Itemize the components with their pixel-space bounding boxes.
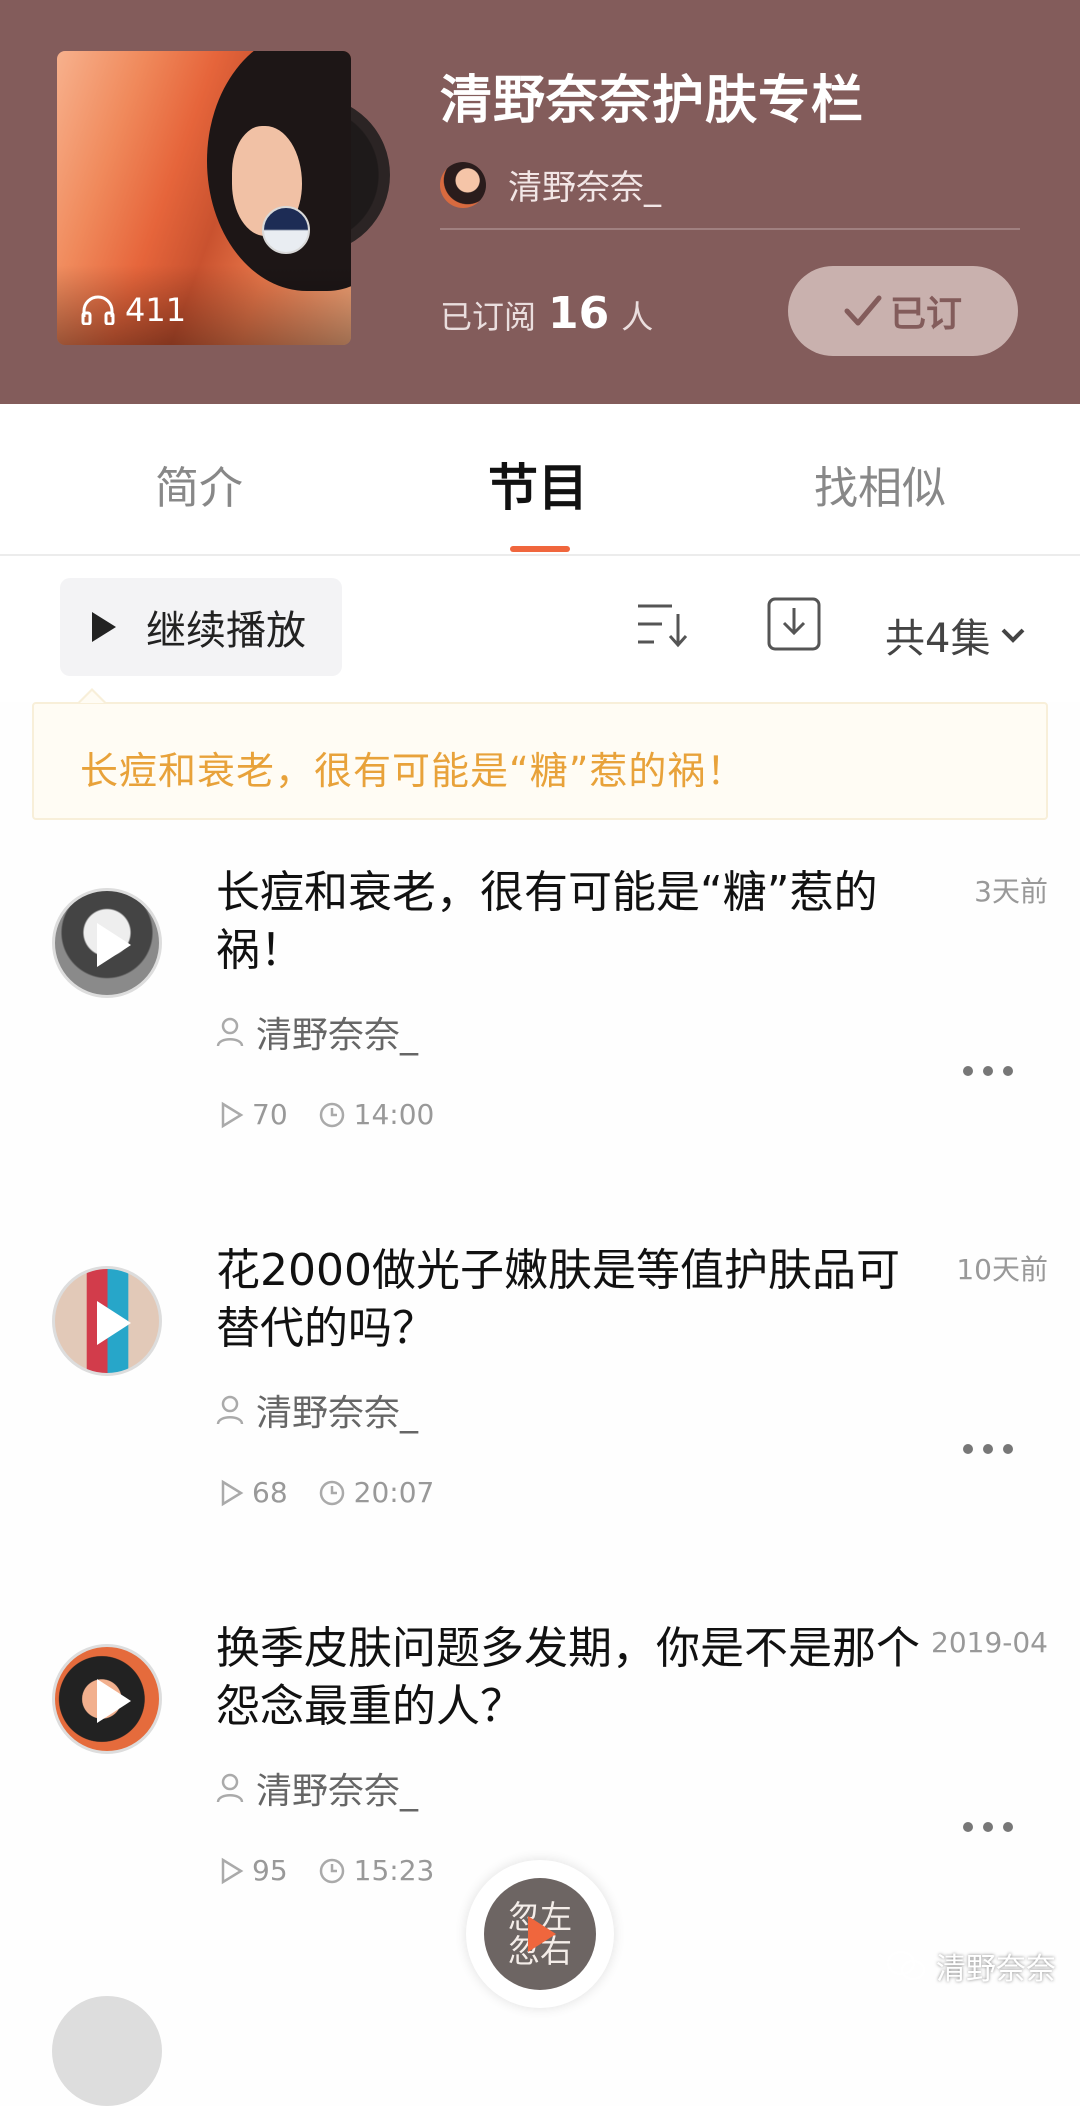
episode-author: 清野奈奈_ [216, 1762, 418, 1814]
list-item[interactable]: 长痘和衰老，很有可能是“糖”惹的祸！ 3天前 清野奈奈_ 70 14:00 [0, 836, 1080, 1214]
episode-author-name: 清野奈奈_ [256, 1771, 419, 1812]
episode-plays: 95 [252, 1854, 288, 1887]
episode-count-dropdown[interactable]: 共4集 [885, 606, 1026, 664]
play-icon [97, 1301, 131, 1345]
more-icon[interactable] [962, 1820, 1014, 1834]
episode-plays: 68 [252, 1476, 288, 1509]
play-count: 411 [81, 291, 186, 329]
episode-plays: 70 [252, 1098, 288, 1131]
episode-author: 清野奈奈_ [216, 1006, 418, 1058]
subscribed-suffix: 人 [621, 298, 654, 336]
floating-player-button[interactable]: 忽左 忽右 [466, 1860, 614, 2008]
play-icon [528, 1916, 556, 1952]
subscribed-count: 16 [548, 288, 610, 339]
tab-episodes[interactable]: 节目 [488, 448, 588, 520]
episode-toolbar: 继续播放 共4集 [0, 556, 1080, 702]
chevron-down-icon [1002, 628, 1025, 643]
episode-thumbnail[interactable] [52, 1266, 162, 1376]
album-header: 411 清野奈奈护肤专栏 清野奈奈_ 已订阅 16 人 已订 [0, 0, 1080, 404]
episode-thumbnail[interactable] [52, 888, 162, 998]
episode-stats: 95 15:23 [220, 1854, 464, 1887]
wechat-icon [886, 1950, 926, 1981]
user-icon [216, 1773, 244, 1803]
episode-title[interactable]: 花2000做光子嫩肤是等值护肤品可替代的吗？ [216, 1242, 936, 1358]
episode-date: 2019-04 [931, 1626, 1048, 1659]
check-icon [844, 295, 882, 326]
download-icon[interactable] [766, 596, 822, 652]
divider [440, 228, 1020, 230]
episode-stats: 68 20:07 [220, 1476, 464, 1509]
user-icon [216, 1395, 244, 1425]
episode-date: 3天前 [974, 875, 1048, 908]
play-count-value: 411 [125, 291, 187, 329]
watermark: 清野奈奈 [886, 1944, 1056, 1988]
episode-author: 清野奈奈_ [216, 1384, 418, 1436]
author-row[interactable]: 清野奈奈_ [440, 160, 661, 209]
episode-duration: 20:07 [353, 1476, 435, 1509]
author-name[interactable]: 清野奈奈_ [508, 160, 661, 209]
tip-text: 长痘和衰老，很有可能是“糖”惹的祸！ [80, 749, 746, 793]
episode-count-label: 共4集 [885, 616, 991, 662]
list-item[interactable]: 花2000做光子嫩肤是等值护肤品可替代的吗？ 10天前 清野奈奈_ 68 20:… [0, 1214, 1080, 1592]
episode-thumbnail[interactable] [52, 1644, 162, 1754]
tab-similar[interactable]: 找相似 [814, 452, 946, 516]
more-icon[interactable] [962, 1064, 1014, 1078]
episode-author-name: 清野奈奈_ [256, 1015, 419, 1056]
play-outline-icon [221, 1101, 244, 1128]
episode-author-name: 清野奈奈_ [256, 1393, 419, 1434]
subscribed-button[interactable]: 已订 [788, 266, 1018, 356]
subscribed-prefix: 已订阅 [440, 298, 537, 336]
play-icon [97, 923, 131, 967]
avatar[interactable] [440, 161, 486, 208]
headphones-icon [81, 295, 115, 325]
tab-intro[interactable]: 简介 [155, 452, 243, 516]
active-tab-indicator [510, 546, 570, 552]
more-icon[interactable] [962, 1442, 1014, 1456]
last-played-tip[interactable]: 长痘和衰老，很有可能是“糖”惹的祸！ [32, 702, 1048, 820]
episode-stats: 70 14:00 [220, 1098, 464, 1131]
episode-title[interactable]: 长痘和衰老，很有可能是“糖”惹的祸！ [216, 864, 936, 980]
play-icon [97, 1679, 131, 1723]
subscribed-button-label: 已订 [889, 294, 962, 335]
play-icon [92, 612, 116, 642]
episode-date: 10天前 [956, 1253, 1048, 1286]
episode-duration: 15:23 [353, 1854, 435, 1887]
watermark-text: 清野奈奈 [936, 1952, 1056, 1987]
clock-icon [319, 1102, 344, 1127]
tab-bar: 简介 节目 找相似 [0, 404, 1080, 554]
episode-duration: 14:00 [353, 1098, 435, 1131]
subscriber-count: 已订阅 16 人 [440, 288, 653, 339]
episode-thumbnail[interactable] [52, 1996, 162, 2106]
play-outline-icon [221, 1479, 244, 1506]
sort-icon[interactable] [634, 600, 688, 650]
album-cover[interactable]: 411 [57, 51, 351, 345]
play-outline-icon [221, 1857, 244, 1884]
clock-icon [319, 1858, 344, 1883]
clock-icon [319, 1480, 344, 1505]
episode-title[interactable]: 换季皮肤问题多发期，你是不是那个怨念最重的人？ [216, 1620, 936, 1736]
continue-play-button[interactable]: 继续播放 [60, 578, 342, 676]
user-icon [216, 1017, 244, 1047]
continue-play-label: 继续播放 [146, 608, 306, 654]
album-title: 清野奈奈护肤专栏 [440, 71, 865, 131]
